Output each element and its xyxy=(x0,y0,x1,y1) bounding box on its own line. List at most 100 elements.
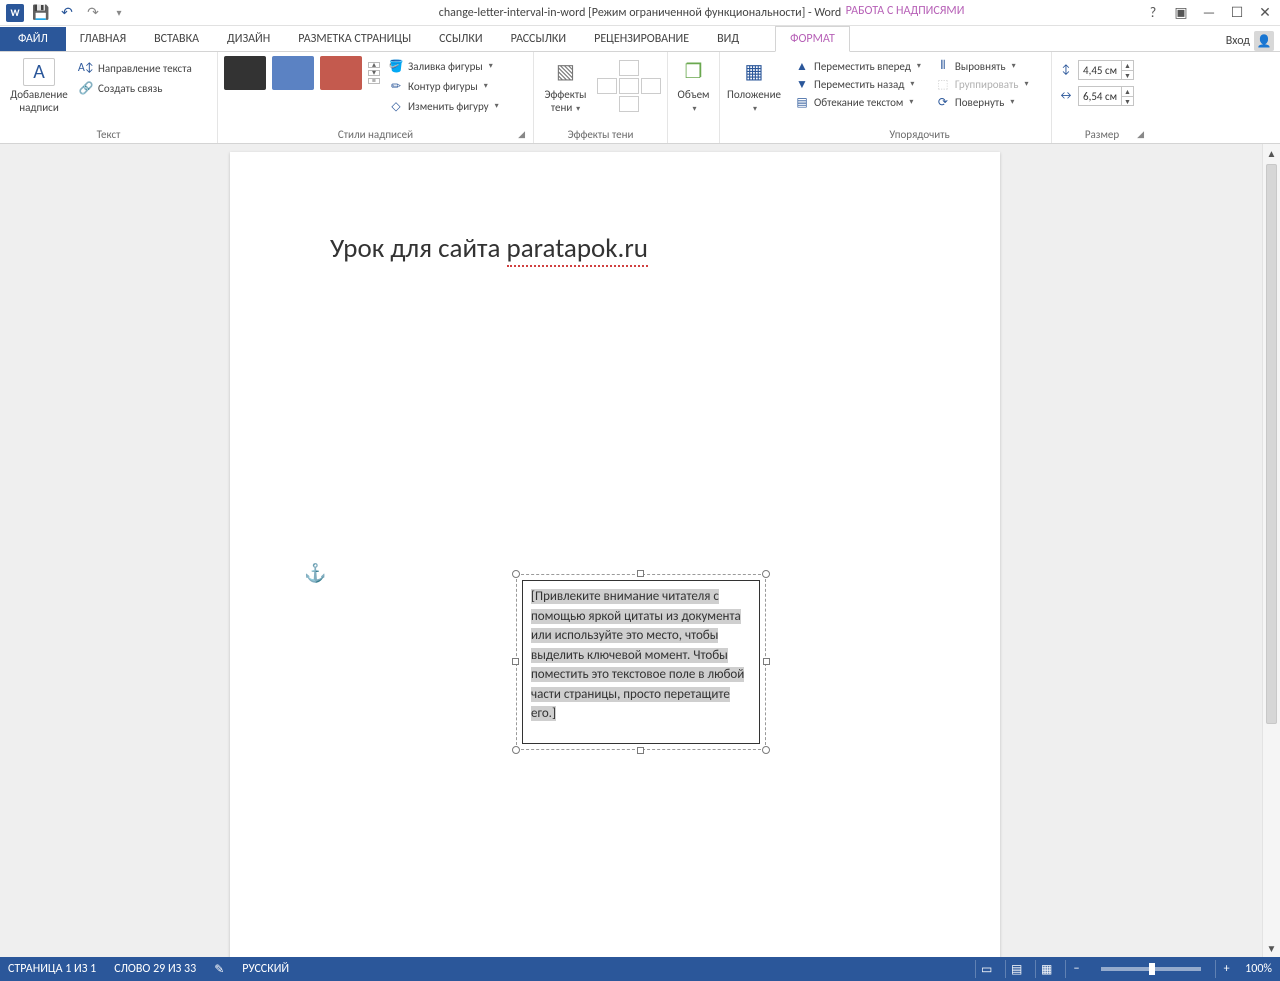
zoom-slider[interactable] xyxy=(1101,967,1201,971)
height-icon: ↕ xyxy=(1058,62,1074,78)
document-workspace: Урок для сайта paratapok.ru ⚓ [Привлекит… xyxy=(0,144,1280,957)
tab-file[interactable]: ФАЙЛ xyxy=(0,27,66,51)
text-direction-button[interactable]: A↕ Направление текста xyxy=(78,60,192,76)
tab-insert[interactable]: ВСТАВКА xyxy=(140,27,213,51)
status-page[interactable]: СТРАНИЦА 1 ИЗ 1 xyxy=(8,962,96,976)
tab-view[interactable]: ВИД xyxy=(703,27,753,51)
word-app-icon[interactable]: W xyxy=(4,2,26,24)
3d-effects-button[interactable]: ❐ Объем▾ xyxy=(674,56,713,115)
resize-handle-top-middle[interactable] xyxy=(637,570,644,577)
send-backward-button[interactable]: ▼Переместить назад▾ xyxy=(794,76,921,92)
scroll-up-icon[interactable]: ▲ xyxy=(1263,144,1280,162)
style-swatch-1[interactable] xyxy=(224,56,266,90)
width-input[interactable]: 6,54 см▲▼ xyxy=(1078,86,1134,106)
style-swatch-2[interactable] xyxy=(272,56,314,90)
position-button[interactable]: ▦ Положение▾ xyxy=(726,56,782,115)
print-layout-icon[interactable]: ▤ xyxy=(1005,960,1027,978)
group-arrange-label: Упорядочить xyxy=(794,126,1045,141)
scroll-thumb[interactable] xyxy=(1266,164,1277,724)
style-gallery-more[interactable]: ▴▾≡ xyxy=(368,62,382,84)
sign-in-label[interactable]: Вход xyxy=(1226,34,1250,48)
help-icon[interactable]: ? xyxy=(1142,2,1164,24)
width-down-icon[interactable]: ▼ xyxy=(1121,97,1133,106)
width-up-icon[interactable]: ▲ xyxy=(1121,87,1133,97)
selected-textbox[interactable]: [Привлеките внимание читателя с помощью … xyxy=(516,574,766,750)
add-textbox-button[interactable]: A Добавление надписи xyxy=(6,56,72,114)
window-title: change-letter-interval-in-word [Режим ог… xyxy=(439,6,841,20)
textbox-text[interactable]: [Привлеките внимание читателя с помощью … xyxy=(531,589,744,721)
resize-handle-bottom-right[interactable] xyxy=(762,746,770,754)
resize-handle-top-right[interactable] xyxy=(762,570,770,578)
status-word-count[interactable]: СЛОВО 29 ИЗ 33 xyxy=(114,962,196,976)
zoom-in-icon[interactable]: + xyxy=(1215,960,1237,978)
create-link-button[interactable]: 🔗 Создать связь xyxy=(78,80,192,96)
create-link-label: Создать связь xyxy=(98,82,162,95)
shadow-effects-button[interactable]: ▧ Эффекты тени ▾ xyxy=(540,56,591,115)
height-up-icon[interactable]: ▲ xyxy=(1121,61,1133,71)
qat-customize-icon[interactable]: ▾ xyxy=(108,2,130,24)
shadow-nudge-right[interactable] xyxy=(641,78,661,94)
vertical-scrollbar[interactable]: ▲ ▼ xyxy=(1262,144,1280,957)
zoom-out-icon[interactable]: − xyxy=(1065,960,1087,978)
align-icon: ⫴ xyxy=(935,58,951,74)
add-textbox-label-2: надписи xyxy=(10,101,68,114)
tab-home[interactable]: ГЛАВНАЯ xyxy=(66,27,140,51)
text-wrap-button[interactable]: ▤Обтекание текстом▾ xyxy=(794,94,921,110)
web-layout-icon[interactable]: ▦ xyxy=(1035,960,1057,978)
redo-icon[interactable]: ↷ xyxy=(82,2,104,24)
tab-review[interactable]: РЕЦЕНЗИРОВАНИЕ xyxy=(580,27,703,51)
close-icon[interactable]: ✕ xyxy=(1254,2,1276,24)
change-shape-button[interactable]: ◇ Изменить фигуру▾ xyxy=(388,98,499,114)
textbox-content-area[interactable]: [Привлеките внимание читателя с помощью … xyxy=(522,580,760,744)
tab-design[interactable]: ДИЗАЙН xyxy=(213,27,284,51)
zoom-slider-knob[interactable] xyxy=(1149,963,1155,975)
ribbon-display-options-icon[interactable]: ▣ xyxy=(1170,2,1192,24)
anchor-icon[interactable]: ⚓ xyxy=(304,562,326,584)
height-input[interactable]: 4,45 см▲▼ xyxy=(1078,60,1134,80)
shadow-toggle[interactable] xyxy=(619,78,639,94)
pen-icon: ✏ xyxy=(388,78,404,94)
resize-handle-middle-left[interactable] xyxy=(512,658,519,665)
resize-handle-bottom-left[interactable] xyxy=(512,746,520,754)
tab-format[interactable]: ФОРМАТ xyxy=(775,26,850,52)
shadow-icon: ▧ xyxy=(550,58,582,86)
shadow-nudge-down[interactable] xyxy=(619,96,639,112)
tab-page-layout[interactable]: РАЗМЕТКА СТРАНИЦЫ xyxy=(284,27,425,51)
height-down-icon[interactable]: ▼ xyxy=(1121,71,1133,80)
paint-bucket-icon: 🪣 xyxy=(388,58,404,74)
shadow-label-2: тени xyxy=(551,101,572,114)
size-launcher-icon[interactable]: ◢ xyxy=(1137,129,1144,140)
maximize-icon[interactable]: ☐ xyxy=(1226,2,1248,24)
status-proofing-icon[interactable]: ✎ xyxy=(214,962,224,977)
rotate-button[interactable]: ⟳Повернуть▾ xyxy=(935,94,1029,110)
scroll-down-icon[interactable]: ▼ xyxy=(1263,939,1280,957)
undo-icon[interactable]: ↶ xyxy=(56,2,78,24)
document-heading[interactable]: Урок для сайта paratapok.ru xyxy=(330,232,900,265)
group-size-label: Размер◢ xyxy=(1058,126,1146,141)
group-3d-label xyxy=(674,139,713,141)
styles-launcher-icon[interactable]: ◢ xyxy=(518,129,525,140)
group-size: ↕ 4,45 см▲▼ ↔ 6,54 см▲▼ Размер◢ xyxy=(1052,52,1152,143)
save-icon[interactable]: 💾 xyxy=(30,2,52,24)
align-button[interactable]: ⫴Выровнять▾ xyxy=(935,58,1029,74)
zoom-level[interactable]: 100% xyxy=(1245,962,1272,976)
style-swatch-3[interactable] xyxy=(320,56,362,90)
resize-handle-middle-right[interactable] xyxy=(763,658,770,665)
user-avatar-icon[interactable]: 👤 xyxy=(1254,31,1274,51)
resize-handle-top-left[interactable] xyxy=(512,570,520,578)
shadow-nudge-left[interactable] xyxy=(597,78,617,94)
group-position-left: ▦ Положение▾ xyxy=(720,52,788,143)
group-objects-button: ⬚Группировать▾ xyxy=(935,76,1029,92)
position-icon: ▦ xyxy=(738,58,770,86)
minimize-icon[interactable]: — xyxy=(1198,2,1220,24)
bring-forward-button[interactable]: ▲Переместить вперед▾ xyxy=(794,58,921,74)
tab-mailings[interactable]: РАССЫЛКИ xyxy=(497,27,581,51)
page-1[interactable]: Урок для сайта paratapok.ru xyxy=(230,152,1000,957)
shape-outline-button[interactable]: ✏ Контур фигуры▾ xyxy=(388,78,499,94)
shadow-nudge-up[interactable] xyxy=(619,60,639,76)
status-language[interactable]: РУССКИЙ xyxy=(242,962,289,976)
shape-fill-button[interactable]: 🪣 Заливка фигуры▾ xyxy=(388,58,499,74)
resize-handle-bottom-middle[interactable] xyxy=(637,747,644,754)
tab-references[interactable]: ССЫЛКИ xyxy=(425,27,496,51)
read-mode-icon[interactable]: ▭ xyxy=(975,960,997,978)
